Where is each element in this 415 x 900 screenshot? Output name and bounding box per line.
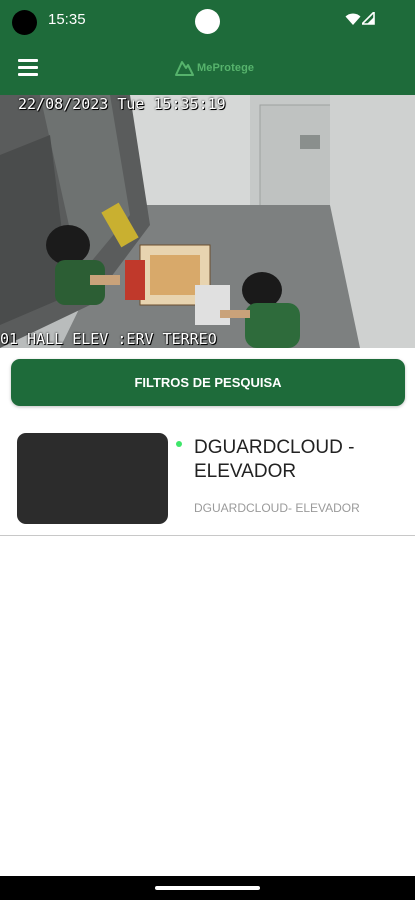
- app-bar: MeProtege: [0, 42, 415, 95]
- shield-logo-icon: [175, 61, 194, 76]
- hamburger-line: [18, 73, 38, 76]
- status-bar: 15:35: [0, 0, 415, 42]
- online-status-dot: [176, 441, 182, 447]
- brand-logo: MeProtege: [174, 57, 254, 79]
- brand-name: MeProtege: [197, 62, 255, 74]
- search-filters-button[interactable]: FILTROS DE PESQUISA: [11, 359, 405, 406]
- camera-thumbnail: [17, 433, 168, 524]
- wifi-icon: [345, 13, 361, 25]
- status-time: 15:35: [48, 11, 86, 28]
- camera-timestamp: 22/08/2023 Tue 15:35:19: [18, 95, 226, 113]
- status-icons: [345, 11, 375, 27]
- top-app-bar: 15:35 MeProtege: [0, 0, 415, 95]
- hamburger-line: [18, 66, 38, 69]
- front-camera-cutout: [12, 10, 37, 35]
- menu-button[interactable]: [14, 56, 42, 80]
- home-handle[interactable]: [155, 886, 260, 890]
- notification-dot: [195, 9, 220, 34]
- camera-subtitle: DGUARDCLOUD- ELEVADOR: [194, 501, 360, 515]
- camera-label: 01 HALL ELEV :ERV TERREO: [0, 330, 217, 348]
- camera-title: DGUARDCLOUD - ELEVADOR: [194, 437, 355, 482]
- hamburger-menu-icon: [18, 59, 38, 62]
- camera-feed-image: [0, 95, 415, 348]
- signal-icon: [362, 12, 375, 25]
- gesture-nav-bar: [0, 876, 415, 900]
- camera-list-item[interactable]: DGUARDCLOUD - ELEVADOR DGUARDCLOUD- ELEV…: [0, 420, 415, 536]
- camera-live-view[interactable]: 22/08/2023 Tue 15:35:19 01 HALL ELEV :ER…: [0, 95, 415, 348]
